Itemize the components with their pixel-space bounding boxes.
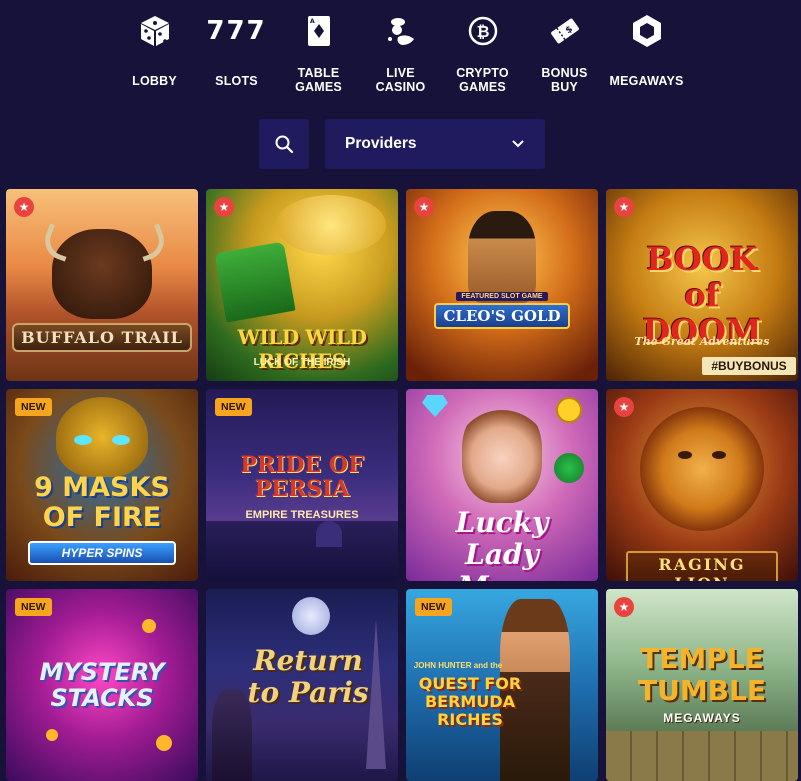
game-title: MYSTERY STACKS bbox=[39, 658, 165, 712]
nav-item-live-casino[interactable]: LIVE CASINO bbox=[360, 0, 442, 110]
new-badge: NEW bbox=[15, 398, 52, 416]
clover-icon bbox=[554, 453, 584, 483]
nav-label-lobby: LOBBY bbox=[132, 74, 177, 88]
nav-item-table-games[interactable]: A TABLE GAMES bbox=[278, 0, 360, 110]
game-title: RAGING LION bbox=[626, 551, 778, 581]
nav-label-slots: SLOTS bbox=[215, 74, 258, 88]
mask-eye-right-icon bbox=[112, 435, 130, 445]
game-tile-9-masks-of-fire[interactable]: NEW 9 MASKS OF FIRE HYPER SPINS bbox=[6, 389, 198, 581]
new-badge: NEW bbox=[15, 598, 52, 616]
game-tile-book-of-doom[interactable]: ★ BOOK of DOOM The Great Adventures #BUY… bbox=[606, 189, 798, 381]
moon-icon bbox=[292, 597, 330, 635]
nav-item-megaways[interactable]: MEGAWAYS bbox=[606, 0, 688, 110]
game-tile-cleos-gold[interactable]: ★ FEATURED SLOT GAME CLEO'S GOLD bbox=[406, 189, 598, 381]
dice-icon bbox=[138, 0, 172, 62]
game-tile-lucky-lady-moon[interactable]: Lucky Lady Moon bbox=[406, 389, 598, 581]
buybonus-tag: #BUYBONUS bbox=[702, 357, 796, 375]
777-icon: 777 bbox=[206, 16, 267, 46]
game-title: BUFFALO TRAIL bbox=[12, 323, 192, 352]
mask-eye-left-icon bbox=[74, 435, 92, 445]
cleopatra-artwork bbox=[468, 211, 536, 303]
game-title: 9 MASKS OF FIRE bbox=[34, 472, 170, 533]
gold-pot-artwork bbox=[276, 195, 386, 255]
leprechaun-hat-icon bbox=[214, 241, 296, 323]
providers-label: Providers bbox=[345, 135, 417, 152]
game-title: BOOK of DOOM bbox=[642, 240, 762, 350]
game-tile-quest-for-bermuda-riches[interactable]: NEW JOHN HUNTER and the QUEST FOR BERMUD… bbox=[406, 589, 598, 781]
game-title: QUEST FOR BERMUDA RICHES bbox=[418, 674, 522, 729]
bitcoin-icon: ₿ bbox=[468, 0, 498, 62]
game-title: CLEO'S GOLD bbox=[434, 303, 570, 329]
coin-icon bbox=[142, 619, 156, 633]
live-dealer-icon bbox=[384, 0, 418, 62]
ticket-icon: $ bbox=[548, 0, 582, 62]
nav-label-megaways: MEGAWAYS bbox=[609, 74, 684, 88]
chevron-down-icon bbox=[512, 140, 524, 148]
new-badge: NEW bbox=[415, 598, 452, 616]
game-title: TEMPLE TUMBLE bbox=[637, 642, 766, 707]
nav-item-bonus-buy[interactable]: $ BONUS BUY bbox=[524, 0, 606, 110]
favorite-star-icon[interactable]: ★ bbox=[14, 197, 34, 217]
game-subtitle: EMPIRE TREASURES bbox=[245, 509, 359, 521]
game-title: Lucky Lady Moon bbox=[455, 506, 549, 582]
game-subtitle: MEGAWAYS bbox=[663, 711, 741, 725]
lion-artwork bbox=[640, 407, 764, 531]
svg-text:A: A bbox=[310, 18, 315, 25]
new-badge: NEW bbox=[215, 398, 252, 416]
game-tile-return-to-paris[interactable]: Return to Paris bbox=[206, 589, 398, 781]
nav-item-lobby[interactable]: LOBBY bbox=[114, 0, 196, 110]
game-grid: ★ BUFFALO TRAIL ★ WILD WILD RICHES LUCK … bbox=[6, 189, 798, 781]
game-subtitle: The Great Adventures bbox=[634, 335, 770, 348]
lion-eye-right-icon bbox=[712, 451, 726, 459]
game-subtitle: JOHN HUNTER and the bbox=[413, 661, 503, 670]
lion-eye-left-icon bbox=[678, 451, 692, 459]
coin-icon bbox=[556, 397, 582, 423]
game-tile-pride-of-persia[interactable]: NEW PRIDE OF PERSIA EMPIRE TREASURES bbox=[206, 389, 398, 581]
game-tile-raging-lion[interactable]: ★ RAGING LION bbox=[606, 389, 798, 581]
game-subtitle: LUCK OF THE IRISH bbox=[253, 357, 351, 368]
palace-artwork bbox=[206, 521, 398, 581]
search-icon bbox=[275, 135, 294, 154]
stone-floor-artwork bbox=[606, 731, 798, 781]
coin-icon bbox=[46, 729, 58, 741]
game-title: PRIDE OF PERSIA bbox=[240, 452, 364, 502]
hexagon-icon bbox=[630, 0, 664, 62]
game-subtitle: HYPER SPINS bbox=[28, 541, 176, 565]
nav-label-crypto-games: CRYPTO GAMES bbox=[456, 66, 509, 94]
nav-item-crypto-games[interactable]: ₿ CRYPTO GAMES bbox=[442, 0, 524, 110]
lady-artwork bbox=[462, 403, 542, 503]
game-tile-temple-tumble[interactable]: ★ TEMPLE TUMBLE MEGAWAYS bbox=[606, 589, 798, 781]
favorite-star-icon[interactable]: ★ bbox=[414, 197, 434, 217]
category-nav: LOBBY 777 SLOTS A TABLE GAMES LIVE CASIN… bbox=[0, 0, 801, 110]
game-tile-buffalo-trail[interactable]: ★ BUFFALO TRAIL bbox=[6, 189, 198, 381]
dome-icon bbox=[316, 521, 342, 547]
game-tile-wild-wild-riches[interactable]: ★ WILD WILD RICHES LUCK OF THE IRISH bbox=[206, 189, 398, 381]
nav-item-slots[interactable]: 777 SLOTS bbox=[196, 0, 278, 110]
game-subtitle: FEATURED SLOT GAME bbox=[456, 292, 548, 301]
search-button[interactable] bbox=[259, 119, 309, 169]
game-title: Return to Paris bbox=[247, 644, 369, 709]
favorite-star-icon[interactable]: ★ bbox=[614, 597, 634, 617]
nav-label-live-casino: LIVE CASINO bbox=[375, 66, 426, 94]
diamond-icon bbox=[422, 395, 448, 417]
game-tile-mystery-stacks[interactable]: NEW MYSTERY STACKS bbox=[6, 589, 198, 781]
playing-card-icon: A bbox=[307, 0, 331, 62]
favorite-star-icon[interactable]: ★ bbox=[614, 397, 634, 417]
mask-artwork bbox=[56, 397, 148, 477]
favorite-star-icon[interactable]: ★ bbox=[614, 197, 634, 217]
coin-icon bbox=[156, 735, 172, 751]
svg-text:₿: ₿ bbox=[476, 22, 489, 41]
providers-dropdown[interactable]: Providers bbox=[325, 119, 545, 169]
favorite-star-icon[interactable]: ★ bbox=[214, 197, 234, 217]
nav-label-table-games: TABLE GAMES bbox=[295, 66, 342, 94]
nav-label-bonus-buy: BONUS BUY bbox=[541, 66, 588, 94]
